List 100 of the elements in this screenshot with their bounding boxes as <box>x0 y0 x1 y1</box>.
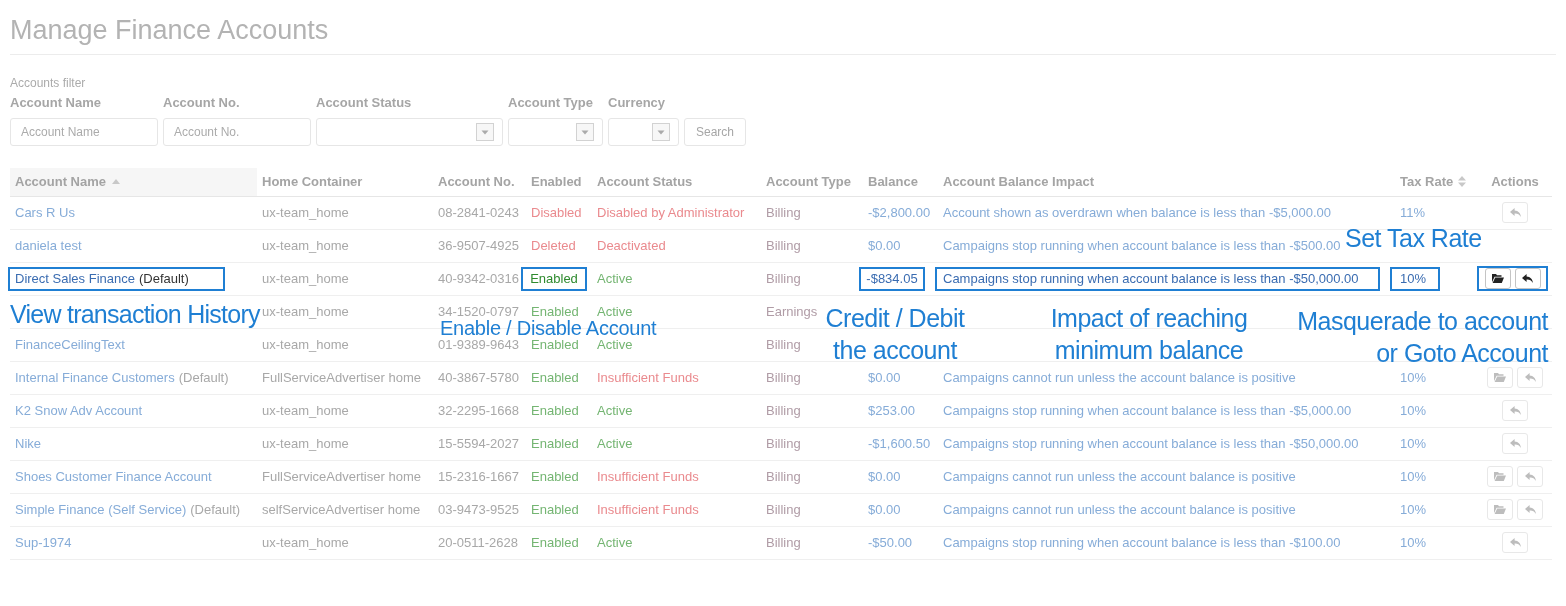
tax-rate: 10% <box>1400 470 1427 483</box>
column-header[interactable]: Account Name <box>10 168 257 196</box>
search-button[interactable]: Search <box>684 118 747 146</box>
account-status: Deactivated <box>597 239 666 252</box>
account-type: Billing <box>766 338 801 351</box>
account-number: 32-2295-1668 <box>438 404 519 417</box>
tax-rate: 11% <box>1400 206 1426 219</box>
reply-icon <box>1509 538 1521 547</box>
column-header[interactable]: Tax Rate <box>1395 168 1478 196</box>
dropdown-field[interactable] <box>608 118 679 146</box>
account-type: Billing <box>766 206 801 219</box>
account-status: Disabled by Administrator <box>597 206 745 219</box>
column-header[interactable]: Home Container <box>257 168 433 196</box>
default-tag: (Default) <box>190 503 241 516</box>
reply-icon <box>1509 406 1521 415</box>
balance-impact: Campaigns cannot run unless the account balance is positive <box>943 470 1296 483</box>
column-header[interactable]: Enabled <box>526 168 592 196</box>
account-name-link[interactable]: Nike <box>15 437 41 450</box>
account-type: Billing <box>766 503 801 516</box>
balance-impact: Campaigns stop running when account balance is less than -$50,000.00 <box>943 271 1359 285</box>
dropdown-field[interactable] <box>316 118 503 146</box>
column-header[interactable]: Balance <box>863 168 938 196</box>
filter-heading: Accounts filter <box>10 75 87 91</box>
account-type: Billing <box>766 404 801 417</box>
reply-icon <box>1524 472 1536 481</box>
reply-icon <box>1509 208 1521 217</box>
account-number: 08-2841-0243 <box>438 206 519 219</box>
text-field[interactable]: Account No. <box>163 118 311 146</box>
home-container: ux-team_home <box>262 272 349 285</box>
field-label: Currency <box>608 95 667 111</box>
home-container: selfServiceAdvertiser home <box>262 503 421 516</box>
account-type: Billing <box>766 239 801 252</box>
tax-rate: 10% <box>1400 404 1427 417</box>
enabled-status: Enabled <box>531 437 579 450</box>
account-number: 34-1520-0797 <box>438 305 519 318</box>
default-tag: (Default) <box>178 371 229 384</box>
text-field[interactable]: Account Name <box>10 118 158 146</box>
account-name-link[interactable]: K2 Snow Adv Account <box>15 404 143 417</box>
home-container: ux-team_home <box>262 206 349 219</box>
account-name-link[interactable]: Cars R Us <box>15 206 75 219</box>
balance-impact: Campaigns cannot run unless the account balance is positive <box>943 503 1296 516</box>
account-number: 03-9473-9525 <box>438 503 519 516</box>
enabled-status: Enabled <box>531 404 579 417</box>
enabled-status: Enabled <box>530 271 578 285</box>
account-status: Active <box>597 338 633 351</box>
enabled-status: Disabled <box>531 206 582 219</box>
enabled-status: Enabled <box>531 470 579 483</box>
account-status: Active <box>597 404 633 417</box>
balance-amount: -$834.05 <box>866 271 918 285</box>
enabled-status: Enabled <box>531 338 579 351</box>
account-name-link[interactable]: Simple Finance (Self Service) <box>15 503 187 516</box>
action-button[interactable] <box>1484 268 1511 289</box>
account-number: 40-9342-0316 <box>438 272 519 285</box>
column-header[interactable]: Account Status <box>592 168 761 196</box>
account-number: 01-9389-9643 <box>438 338 519 351</box>
annotation-label: View transaction History <box>10 299 260 330</box>
tax-rate: 10% <box>1400 371 1427 384</box>
home-container: ux-team_home <box>262 305 349 318</box>
account-type: Billing <box>766 371 801 384</box>
column-header[interactable]: Account Type <box>761 168 863 196</box>
sort-icon <box>1458 176 1467 188</box>
account-name-link[interactable]: Shoes Customer Finance Account <box>15 470 212 483</box>
balance-impact: Account shown as overdrawn when balance is less than -$5,000.00 <box>943 206 1332 219</box>
account-status: Insufficient Funds <box>597 470 699 483</box>
column-header[interactable]: Actions <box>1478 168 1552 196</box>
balance-amount: -$2,800.00 <box>868 206 931 219</box>
balance-amount: $0.00 <box>868 503 901 516</box>
account-name-link[interactable]: Sup-1974 <box>15 536 72 549</box>
column-header[interactable]: Account Balance Impact <box>938 168 1395 196</box>
column-header[interactable]: Account No. <box>433 168 526 196</box>
account-number: 20-0511-2628 <box>438 536 518 549</box>
home-container: FullServiceAdvertiser home <box>262 470 421 483</box>
home-container: ux-team_home <box>262 239 349 252</box>
default-tag: (Default) <box>138 271 189 285</box>
balance-impact: Campaigns cannot run unless the account balance is positive <box>943 371 1296 384</box>
reply-icon <box>1524 373 1536 382</box>
tax-rate: 10% <box>1400 503 1427 516</box>
enabled-status: Enabled <box>531 536 579 549</box>
balance-impact: Campaigns stop running when account balance is less than -$50,000.00 <box>943 437 1359 450</box>
account-status: Active <box>597 305 633 318</box>
enabled-status: Enabled <box>531 503 579 516</box>
balance-impact: Campaigns stop running when account balance is less than -$500.00 <box>943 239 1341 252</box>
reply-icon <box>1522 274 1533 283</box>
dropdown-field[interactable] <box>508 118 603 146</box>
caret-icon <box>476 123 494 141</box>
field-label: Account No. <box>163 95 241 111</box>
annotation-label: Credit / Debit the account <box>824 303 966 366</box>
annotation-label: Enable / Disable Account <box>440 318 657 338</box>
account-type: Billing <box>766 272 801 285</box>
account-name-link[interactable]: FinanceCeilingText <box>15 338 125 351</box>
home-container: ux-team_home <box>262 437 349 450</box>
balance-amount: $253.00 <box>868 404 915 417</box>
account-name-link[interactable]: Direct Sales Finance <box>15 271 135 285</box>
account-type: Billing <box>766 470 801 483</box>
action-button[interactable] <box>1514 268 1541 289</box>
home-container: ux-team_home <box>262 338 349 351</box>
account-name-link[interactable]: Internal Finance Customers <box>15 371 175 384</box>
account-name-link[interactable]: daniela test <box>15 239 82 252</box>
enabled-status: Deleted <box>531 239 576 252</box>
account-status: Active <box>597 272 633 285</box>
